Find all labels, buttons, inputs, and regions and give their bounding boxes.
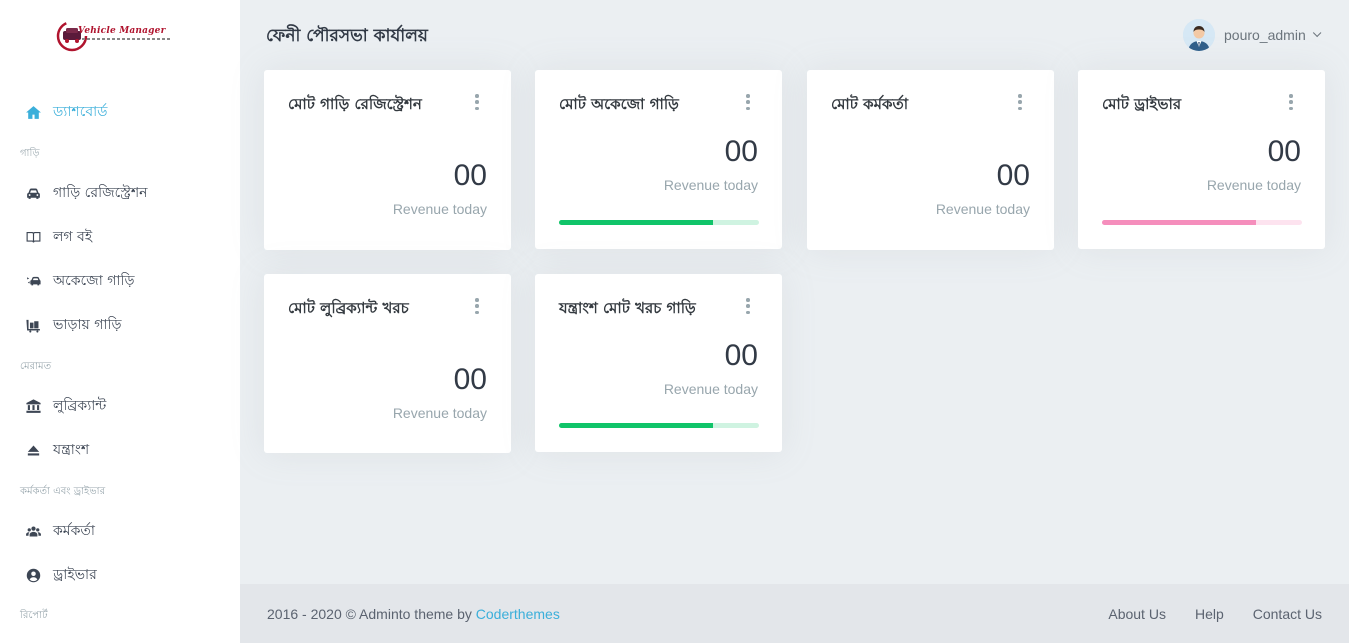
- card-subtext: Revenue today: [1206, 177, 1301, 193]
- footer-link-about[interactable]: About Us: [1108, 606, 1166, 622]
- sidebar-item-label: গাড়ি রেজিস্ট্রেশন: [53, 185, 148, 201]
- stat-card-lubricant-cost: মোট লুব্রিক্যান্ট খরচ 00 Revenue today: [264, 274, 511, 453]
- sidebar: Vehicle Manager ড্যাশবোর্ড গাড়ি গাড়ি র…: [0, 0, 240, 643]
- sidebar-item-officers[interactable]: কর্মকর্তা: [0, 513, 240, 549]
- footer-links: About Us Help Contact Us: [1108, 606, 1322, 622]
- sidebar-item-label: লগ বই: [53, 229, 93, 245]
- bank-icon: [24, 397, 42, 415]
- car-crash-icon: [24, 272, 42, 290]
- sidebar-item-broken-vehicles[interactable]: অকেজো গাড়ি: [0, 263, 240, 299]
- sidebar-item-label: অকেজো গাড়ি: [53, 273, 135, 289]
- user-circle-icon: [24, 566, 42, 584]
- more-vertical-icon[interactable]: [1287, 94, 1295, 110]
- more-vertical-icon[interactable]: [744, 94, 752, 110]
- card-title: মোট গাড়ি রেজিস্ট্রেশন: [288, 95, 422, 113]
- stat-card-vehicle-registration: মোট গাড়ি রেজিস্ট্রেশন 00 Revenue today: [264, 70, 511, 250]
- chevron-down-icon: [1312, 28, 1322, 38]
- more-vertical-icon[interactable]: [473, 94, 481, 110]
- card-title: মোট ড্রাইভার: [1102, 95, 1182, 113]
- card-subtext: Revenue today: [935, 201, 1030, 217]
- user-name: pouro_admin: [1224, 27, 1306, 43]
- card-title: মোট কর্মকর্তা: [831, 95, 909, 113]
- card-value: 00: [724, 339, 758, 372]
- sidebar-item-parts[interactable]: যন্ত্রাংশ: [0, 432, 240, 468]
- sidebar-item-label: যন্ত্রাংশ: [53, 442, 90, 458]
- progress-bar: [559, 220, 759, 225]
- card-subtext: Revenue today: [663, 381, 758, 397]
- sidebar-item-label: লুব্রিক্যান্ট: [53, 398, 107, 414]
- menu-section-title: কর্মকর্তা এবং ড্রাইভার: [20, 486, 106, 497]
- stat-card-parts-cost: যন্ত্রাংশ মোট খরচ গাড়ি 00 Revenue today: [535, 274, 782, 452]
- progress-fill: [1102, 220, 1256, 225]
- card-title: যন্ত্রাংশ মোট খরচ গাড়ি: [559, 299, 696, 317]
- more-vertical-icon[interactable]: [473, 298, 481, 314]
- logo-text: Vehicle Manager: [78, 26, 166, 36]
- logo[interactable]: Vehicle Manager: [56, 16, 180, 56]
- sidebar-item-label: ড্যাশবোর্ড: [53, 104, 108, 120]
- copyright-text: 2016 - 2020 © Adminto theme by: [267, 606, 472, 622]
- page-title: ফেনী পৌরসভা কার্যালয়: [266, 26, 428, 46]
- stat-card-broken-vehicles: মোট অকেজো গাড়ি 00 Revenue today: [535, 70, 782, 249]
- users-icon: [24, 522, 42, 540]
- sidebar-item-lubricant[interactable]: লুব্রিক্যান্ট: [0, 388, 240, 424]
- footer-copyright: 2016 - 2020 © Adminto theme by Coderthem…: [267, 606, 560, 622]
- more-vertical-icon[interactable]: [744, 298, 752, 314]
- car-icon: [24, 184, 42, 202]
- card-subtext: Revenue today: [663, 177, 758, 193]
- progress-bar: [559, 423, 759, 428]
- logo-tagline: [82, 38, 172, 40]
- menu-section-title: মেরামত: [20, 361, 52, 372]
- card-value: 00: [453, 159, 487, 192]
- coderthemes-link[interactable]: Coderthemes: [476, 606, 560, 622]
- logo-emblem-icon: [56, 20, 88, 52]
- stat-card-drivers: মোট ড্রাইভার 00 Revenue today: [1078, 70, 1325, 249]
- sidebar-item-rented-vehicles[interactable]: ভাড়ায় গাড়ি: [0, 307, 240, 343]
- book-icon: [24, 228, 42, 246]
- sidebar-item-label: ভাড়ায় গাড়ি: [53, 317, 122, 333]
- card-value: 00: [453, 363, 487, 396]
- card-value: 00: [996, 159, 1030, 192]
- sidebar-item-label: ড্রাইভার: [53, 567, 97, 583]
- sidebar-item-label: কর্মকর্তা: [53, 523, 95, 539]
- card-value: 00: [1267, 135, 1301, 168]
- user-menu[interactable]: pouro_admin: [1183, 19, 1322, 51]
- luggage-cart-icon: [24, 316, 42, 334]
- card-value: 00: [724, 135, 758, 168]
- home-icon: [24, 103, 42, 121]
- menu-section-title: গাড়ি: [20, 148, 40, 159]
- sidebar-item-log-book[interactable]: লগ বই: [0, 219, 240, 255]
- footer-link-help[interactable]: Help: [1195, 606, 1224, 622]
- more-vertical-icon[interactable]: [1016, 94, 1024, 110]
- sidebar-item-vehicle-registration[interactable]: গাড়ি রেজিস্ট্রেশন: [0, 175, 240, 211]
- progress-fill: [559, 220, 713, 225]
- footer: 2016 - 2020 © Adminto theme by Coderthem…: [240, 584, 1349, 643]
- stat-card-officers: মোট কর্মকর্তা 00 Revenue today: [807, 70, 1054, 250]
- sidebar-item-drivers[interactable]: ড্রাইভার: [0, 557, 240, 593]
- menu-section-title: রিপোর্ট: [20, 610, 48, 621]
- card-title: মোট অকেজো গাড়ি: [559, 95, 679, 113]
- progress-fill: [559, 423, 713, 428]
- progress-bar: [1102, 220, 1302, 225]
- card-subtext: Revenue today: [392, 201, 487, 217]
- card-subtext: Revenue today: [392, 405, 487, 421]
- footer-link-contact[interactable]: Contact Us: [1253, 606, 1322, 622]
- card-title: মোট লুব্রিক্যান্ট খরচ: [288, 299, 409, 317]
- avatar: [1183, 19, 1215, 51]
- sidebar-item-dashboard[interactable]: ড্যাশবোর্ড: [0, 94, 240, 130]
- eject-icon: [24, 441, 42, 459]
